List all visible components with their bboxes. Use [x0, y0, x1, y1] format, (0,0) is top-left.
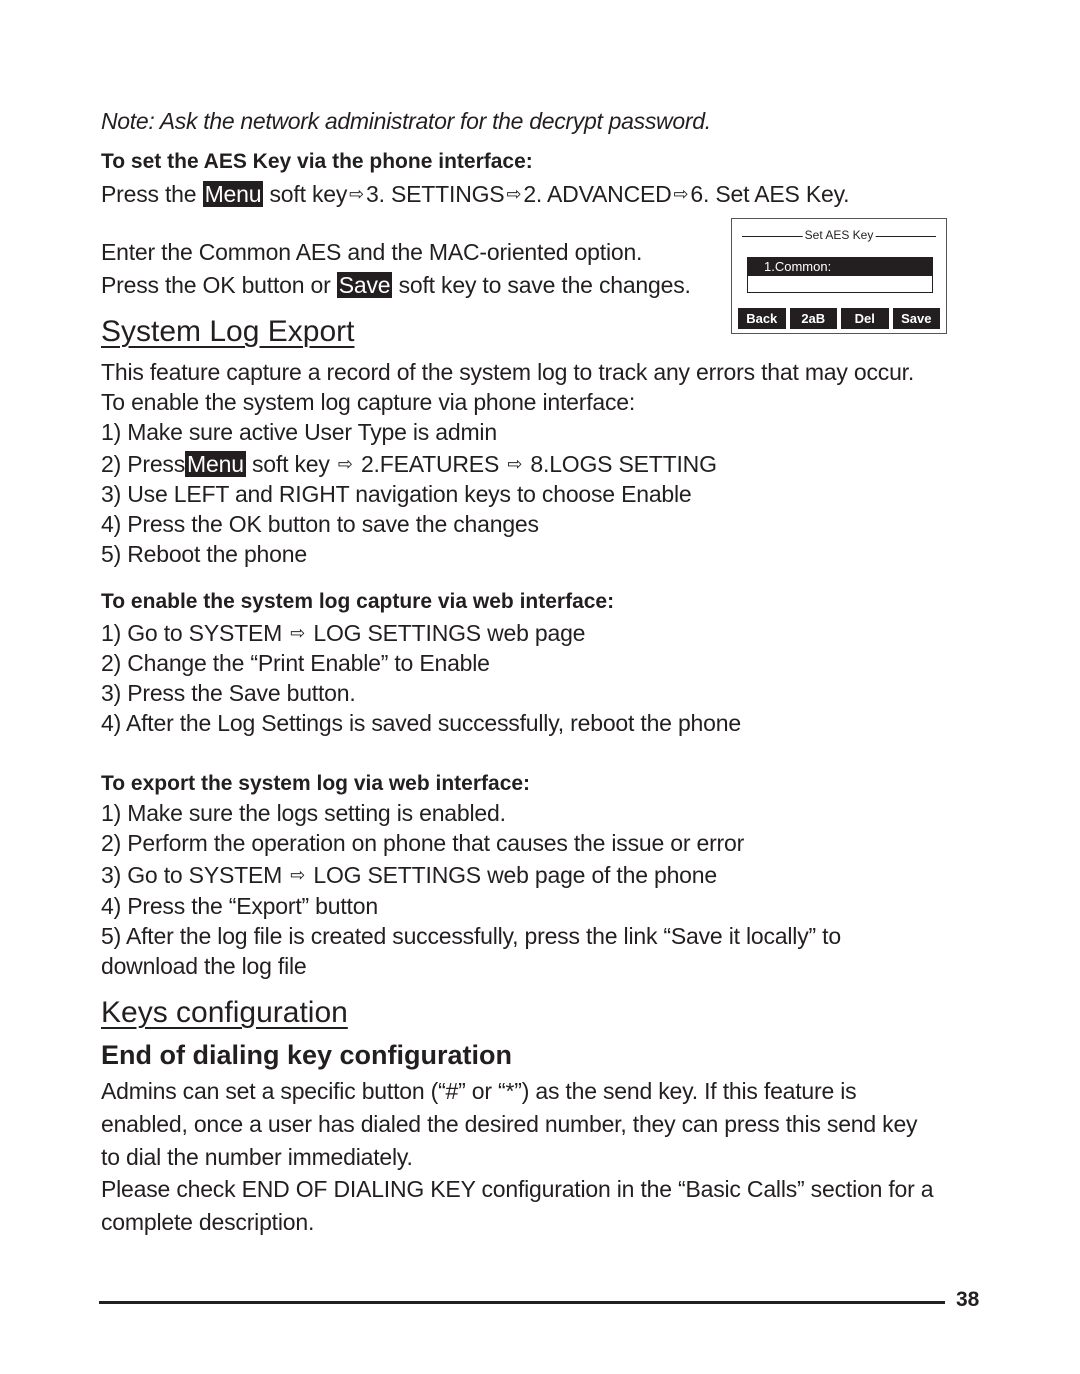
export-heading: To export the system log via web interfa…: [101, 772, 531, 795]
phone-step-3: 3) Use LEFT and RIGHT navigation keys to…: [101, 481, 692, 507]
web-step-3: 3) Press the Save button.: [101, 680, 356, 706]
softkey-back: Back: [738, 308, 786, 329]
export-step-3: 3) Go to SYSTEM ⇨ LOG SETTINGS web page …: [101, 862, 717, 888]
softkey-input-mode: 2aB: [789, 308, 837, 329]
aes-line-save: Press the OK button or Save soft key to …: [101, 272, 691, 298]
arrow-right-icon: ⇨: [506, 184, 522, 204]
arrow-right-icon: ⇨: [290, 865, 306, 885]
common-field-label: 1.Common:: [748, 258, 932, 276]
menu-softkey-label: Menu: [185, 451, 246, 477]
export-step-4: 4) Press the “Export” button: [101, 893, 378, 919]
footer-rule: [99, 1301, 945, 1304]
aes-heading: To set the AES Key via the phone interfa…: [101, 150, 533, 173]
aes-line-menu-path: Press the Menu soft key ⇨3. SETTINGS ⇨2. A…: [101, 181, 850, 207]
system-log-export-title: System Log Export: [101, 315, 355, 348]
phone-screen-illustration: Set AES Key 1.Common: Back 2aB Del Save: [731, 218, 947, 334]
web-step-1: 1) Go to SYSTEM ⇨ LOG SETTINGS web page: [101, 620, 586, 646]
phone-step-5: 5) Reboot the phone: [101, 541, 307, 567]
arrow-right-icon: ⇨: [337, 454, 353, 474]
system-log-intro-1: This feature capture a record of the sys…: [101, 359, 915, 385]
aes-line-enter: Enter the Common AES and the MAC-oriente…: [101, 239, 643, 265]
common-aes-field: 1.Common:: [747, 257, 933, 293]
arrow-right-icon: ⇨: [290, 623, 306, 643]
keys-paragraph-line: complete description.: [101, 1209, 315, 1235]
web-step-4: 4) After the Log Settings is saved succe…: [101, 710, 741, 736]
softkey-bar: Back 2aB Del Save: [738, 308, 940, 329]
arrow-right-icon: ⇨: [673, 184, 689, 204]
web-heading: To enable the system log capture via web…: [101, 590, 615, 613]
export-step-5: 5) After the log file is created success…: [101, 923, 841, 949]
softkey-save: Save: [892, 308, 940, 329]
phone-step-1: 1) Make sure active User Type is admin: [101, 419, 497, 445]
save-softkey-label: Save: [336, 272, 393, 298]
keys-paragraph-line: enabled, once a user has dialed the desi…: [101, 1111, 918, 1137]
end-of-dialing-subtitle: End of dialing key configuration: [101, 1040, 513, 1070]
phone-step-4: 4) Press the OK button to save the chang…: [101, 511, 539, 537]
softkey-delete: Del: [841, 308, 889, 329]
keys-paragraph-line: Please check END OF DIALING KEY configur…: [101, 1176, 934, 1202]
page-number: 38: [956, 1288, 980, 1311]
keys-paragraph-line: to dial the number immediately.: [101, 1144, 413, 1170]
note-text: Note: Ask the network administrator for …: [101, 108, 711, 134]
menu-softkey-label: Menu: [202, 181, 264, 207]
keys-configuration-title: Keys configuration: [101, 996, 348, 1029]
arrow-right-icon: ⇨: [507, 454, 523, 474]
arrow-right-icon: ⇨: [349, 184, 365, 204]
keys-paragraph-line: Admins can set a specific button (“#” or…: [101, 1078, 857, 1104]
web-step-2: 2) Change the “Print Enable” to Enable: [101, 650, 490, 676]
phone-step-2: 2) PressMenu soft key ⇨ 2.FEATURES ⇨ 8.L…: [101, 451, 717, 477]
export-step-1: 1) Make sure the logs setting is enabled…: [101, 800, 506, 826]
export-step-2: 2) Perform the operation on phone that c…: [101, 830, 745, 856]
phone-screen-title: Set AES Key: [742, 228, 936, 244]
export-step-5-cont: download the log file: [101, 953, 307, 979]
system-log-intro-2: To enable the system log capture via pho…: [101, 389, 636, 415]
